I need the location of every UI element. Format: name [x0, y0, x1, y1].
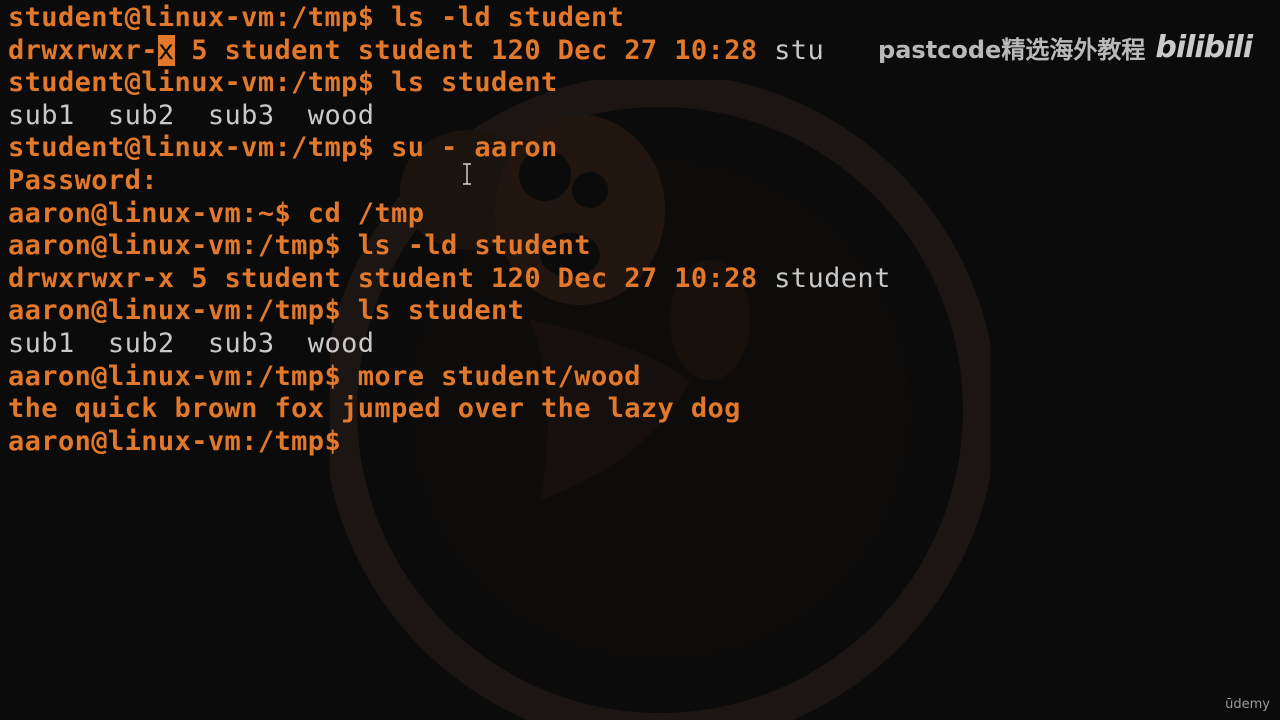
output-text: drwxrwxr-x 5 student student 120 Dec 27 …: [8, 262, 775, 294]
command-text: more student/wood: [341, 360, 641, 392]
output-text: 5 student student 120 Dec 27 10:28: [174, 34, 775, 66]
terminal-line: student@linux-vm:/tmp$ ls student: [8, 67, 891, 100]
output-filename: student: [774, 262, 891, 294]
text-cursor-icon: [463, 163, 471, 185]
terminal-line: student@linux-vm:/tmp$ su - aaron: [8, 132, 891, 165]
shell-prompt: student@linux-vm:/tmp$: [8, 2, 375, 33]
terminal-output[interactable]: student@linux-vm:/tmp$ ls -ld student drw…: [8, 2, 891, 458]
highlighted-char: x: [157, 34, 175, 66]
terminal-line: the quick brown fox jumped over the lazy…: [8, 393, 891, 426]
command-text: ls student: [374, 67, 558, 99]
shell-prompt: student@linux-vm:/tmp$: [8, 132, 375, 164]
output-filename: stu: [774, 34, 825, 66]
terminal-line: aaron@linux-vm:/tmp$ ls student: [8, 295, 891, 328]
udemy-logo-icon: ūdemy: [1225, 697, 1270, 712]
command-text: ls -ld student: [341, 230, 591, 262]
terminal-window[interactable]: student@linux-vm:/tmp$ ls -ld student drw…: [0, 0, 1280, 720]
terminal-line: sub1 sub2 sub3 wood: [8, 328, 891, 361]
terminal-line: aaron@linux-vm:/tmp$ ls -ld student: [8, 230, 891, 263]
output-text: sub1 sub2 sub3 wood: [8, 327, 375, 359]
watermark: pastcode精选海外教程 bilibili: [878, 30, 1253, 65]
shell-prompt: aaron@linux-vm:~$: [8, 197, 292, 229]
terminal-line: aaron@linux-vm:/tmp$ more student/wood: [8, 361, 891, 394]
shell-prompt: aaron@linux-vm:/tmp$: [8, 360, 342, 392]
command-text: cd /tmp: [291, 197, 425, 229]
shell-prompt: aaron@linux-vm:/tmp$: [8, 425, 342, 457]
command-text: ls -ld student: [374, 2, 625, 33]
terminal-line: drwxrwxr-x 5 student student 120 Dec 27 …: [8, 34, 891, 68]
terminal-line: student@linux-vm:/tmp$ ls -ld student: [8, 2, 891, 35]
shell-prompt: aaron@linux-vm:/tmp$: [8, 295, 342, 327]
terminal-line: Password:: [8, 165, 891, 198]
command-text: ls student: [341, 295, 525, 327]
bilibili-logo-icon: bilibili: [1155, 30, 1253, 65]
shell-prompt: Password:: [8, 164, 158, 196]
output-text: sub1 sub2 sub3 wood: [8, 99, 375, 131]
output-text: the quick brown fox jumped over the lazy…: [8, 393, 741, 425]
shell-prompt: aaron@linux-vm:/tmp$: [8, 230, 342, 262]
terminal-line: aaron@linux-vm:/tmp$: [8, 426, 891, 459]
output-text: drwxrwxr-: [8, 34, 158, 66]
command-text: su - aaron: [374, 132, 558, 164]
terminal-line: drwxrwxr-x 5 student student 120 Dec 27 …: [8, 263, 891, 296]
watermark-text: pastcode精选海外教程: [878, 36, 1146, 64]
shell-prompt: student@linux-vm:/tmp$: [8, 67, 375, 99]
terminal-line: aaron@linux-vm:~$ cd /tmp: [8, 198, 891, 231]
terminal-line: sub1 sub2 sub3 wood: [8, 100, 891, 133]
